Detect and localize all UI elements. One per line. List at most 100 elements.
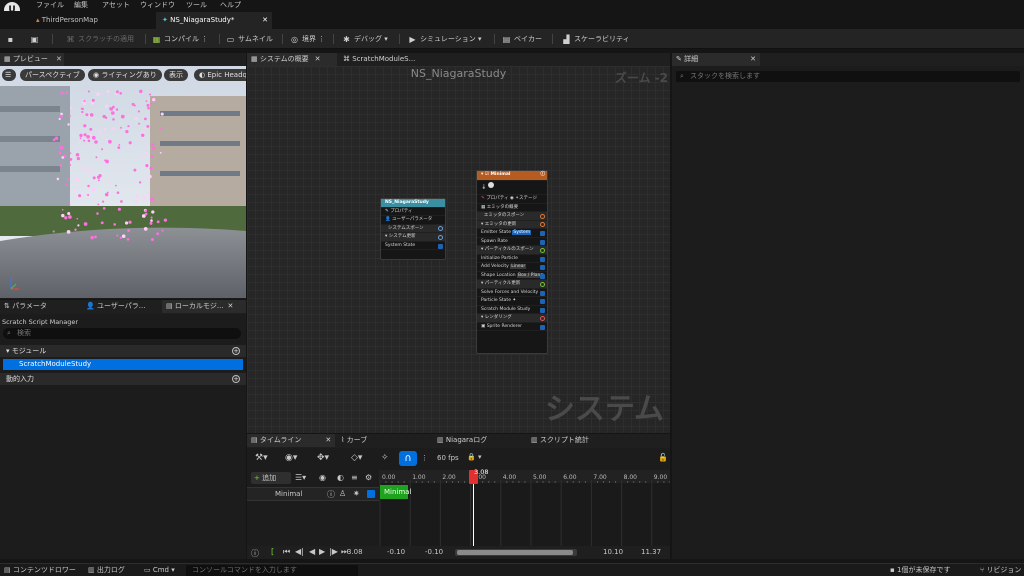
tab-curve[interactable]: ⌇ カーブ [337,434,417,447]
menu-window[interactable]: ウィンドウ [140,0,175,10]
revision-control-button[interactable]: ⑂ リビジョン [980,565,1021,576]
pin-icon[interactable] [438,226,443,231]
snap-dropdown-icon[interactable]: ⋮ [421,454,428,462]
transform-icon[interactable]: ✥▾ [317,453,329,463]
browse-button[interactable]: ▣ [30,32,42,46]
pin-icon[interactable] [540,315,545,321]
particle-update-row[interactable]: ▾ パーティクル更新 [477,280,547,289]
range-start-marker[interactable]: [ [271,547,274,556]
content-drawer-button[interactable]: ▤ コンテンツドロワー [4,565,76,576]
enabled-checkbox[interactable] [540,324,545,330]
lock-icon[interactable]: 🔒 ▾ [467,453,481,461]
emitter-clip[interactable]: Minimal [380,485,411,499]
tab-niagara-log[interactable]: ▥ Niagaraログ [433,434,523,447]
work-end[interactable]: 10.10 [603,548,623,556]
keyframe-icon[interactable]: ◇▾ [351,453,362,463]
step-forward-icon[interactable]: |▶ [329,547,338,556]
tab-system-overview[interactable]: ▦ システムの概要 ✕ [247,53,337,66]
user-parameters-row[interactable]: 👤 ユーザーパラメータ [381,216,445,225]
pin-icon[interactable] [438,234,443,240]
menu-edit[interactable]: 編集 [74,0,88,10]
thumbnail-button[interactable]: ▭ サムネイル [226,32,273,46]
add-dynamic-input-icon[interactable]: + [232,375,240,383]
pin-icon[interactable] [540,213,545,219]
details-search-input[interactable]: ⌕ スタックを検索します [676,71,1020,82]
info-icon[interactable]: ⓘ [541,171,546,180]
add-velocity-row[interactable]: Add Velocity Linear [477,263,547,272]
tab-local-modules[interactable]: ▤ ローカルモジ... ✕ [162,300,246,313]
track-row[interactable]: Minimal ⓘ ♙ ✷ [247,487,379,501]
tab-script-stats[interactable]: ▥ スクリプト統計 [527,434,627,447]
timeline-track-area[interactable]: 0.00 1.00 2.00 3.00 4.00 5.00 6.00 7.00 8.00 9.00… [379,468,670,546]
enabled-checkbox[interactable] [540,231,545,236]
tab-ns-niagarastudy[interactable]: ✦ NS_NiagaraStudy* ✕ [156,12,272,29]
track-enabled-checkbox[interactable] [367,490,375,498]
system-state-row[interactable]: System State [381,242,445,250]
auto-key-icon[interactable]: ✧ [381,453,389,463]
solve-forces-row[interactable]: Solve Forces and Velocity [477,289,547,297]
graph-canvas[interactable]: NS_NiagaraStudy ズーム -2 システム NS_NiagaraSt… [247,66,670,433]
tab-scratch-module[interactable]: ⌘ ScratchModuleS... [339,53,429,66]
menu-asset[interactable]: アセット [102,0,130,10]
add-module-icon[interactable]: + [232,347,240,355]
settings-icon[interactable]: ⚙ [365,473,372,482]
baker-button[interactable]: ▤ ベイカー [502,32,542,46]
debug-button[interactable]: ✱ デバッグ ▾ [342,32,388,46]
unlock-icon[interactable]: 🔓 [658,453,668,462]
show-button[interactable]: 表示 [164,69,188,81]
scratch-module-item[interactable]: ScratchModuleStudy [3,359,243,370]
info-icon[interactable]: ⓘ [327,489,335,500]
current-time[interactable]: 3.08 [347,548,363,556]
camera-icon[interactable]: ◉ [319,473,326,482]
emitter-node[interactable]: ▾ ☑ Minimal ⓘ 🌡 ✎ プロパティ ◉ ✦ステージ ▦ エミッタの概要… [476,170,548,354]
save-button[interactable]: ▪ [6,32,18,46]
skip-back-icon[interactable]: ⏮ [283,547,290,557]
tab-user-parameters[interactable]: 👤 ユーザーパラ... [82,300,162,313]
list-icon[interactable]: ≡ [351,473,358,482]
shape-location-row[interactable]: Shape Location Box / Plane [477,272,547,280]
scratch-search-input[interactable]: ⌕ 検索 [3,328,241,339]
enabled-checkbox[interactable] [540,239,545,245]
menu-tools[interactable]: ツール [186,0,207,10]
tab-parameters[interactable]: ⇅ パラメータ [0,300,78,313]
lighting-button[interactable]: ◉ ライティングあり [88,69,162,81]
viewport-menu-button[interactable]: ☰ [2,69,16,81]
tab-timeline[interactable]: ▤ タイムライン ✕ [247,434,335,447]
sprite-renderer-row[interactable]: ▣ Sprite Renderer [477,323,547,331]
filter-icon[interactable]: ☰▾ [295,473,306,482]
linear-chip[interactable]: Linear [510,264,527,269]
system-node[interactable]: NS_NiagaraStudy ✎ プロパティ 👤 ユーザーパラメータ システム… [380,198,446,260]
isolate-icon[interactable]: ✷ [353,489,360,498]
add-track-button[interactable]: + 追加 [251,472,291,484]
enabled-checkbox[interactable] [540,265,545,270]
pin-icon[interactable] [540,247,545,253]
close-icon[interactable]: ✕ [56,55,62,63]
close-icon[interactable]: ✕ [262,12,268,28]
output-log-button[interactable]: ▥ 出力ログ [88,565,125,576]
playhead[interactable]: 3.08 [469,468,489,546]
compile-button[interactable]: ▦ コンパイル ⋮ [152,32,209,46]
unsaved-button[interactable]: ▪ 1個が未保存です [890,565,950,576]
pin-icon[interactable] [540,222,545,227]
system-chip[interactable]: System [512,230,532,235]
menu-help[interactable]: ヘルプ [220,0,241,10]
dynamic-input-group[interactable]: 動的入力 + [0,373,246,385]
stats-icon[interactable]: ♙ [339,489,346,498]
enabled-checkbox[interactable] [438,243,443,249]
tab-preview[interactable]: ▦ プレビュー [0,53,64,66]
emitter-state-row[interactable]: Emitter State System [477,229,547,238]
modules-group[interactable]: ▾ モジュール + [0,345,246,357]
render-row[interactable]: ▾ レンダリング [477,314,547,323]
close-icon[interactable]: ✕ [325,436,331,444]
particle-spawn-row[interactable]: ▾ パーティクルのスポーン [477,246,547,255]
tab-thirdpersonmap[interactable]: ▴ ThirdPersonMap [30,12,150,29]
work-start[interactable]: -0.10 [425,548,443,556]
system-properties-row[interactable]: ✎ プロパティ [381,208,445,216]
console-input[interactable]: コンソールコマンドを入力します [186,565,358,576]
emitter-update-row[interactable]: ▾ エミッタの更新 [477,220,547,229]
step-back-icon[interactable]: ◀| [295,547,304,556]
particle-state-row[interactable]: Particle State ✦ [477,297,547,306]
play-icon[interactable]: ▶ [319,547,325,556]
scalability-button[interactable]: ▟ スケーラビリティ [562,32,629,46]
timeline-scrollbar[interactable] [455,549,577,556]
